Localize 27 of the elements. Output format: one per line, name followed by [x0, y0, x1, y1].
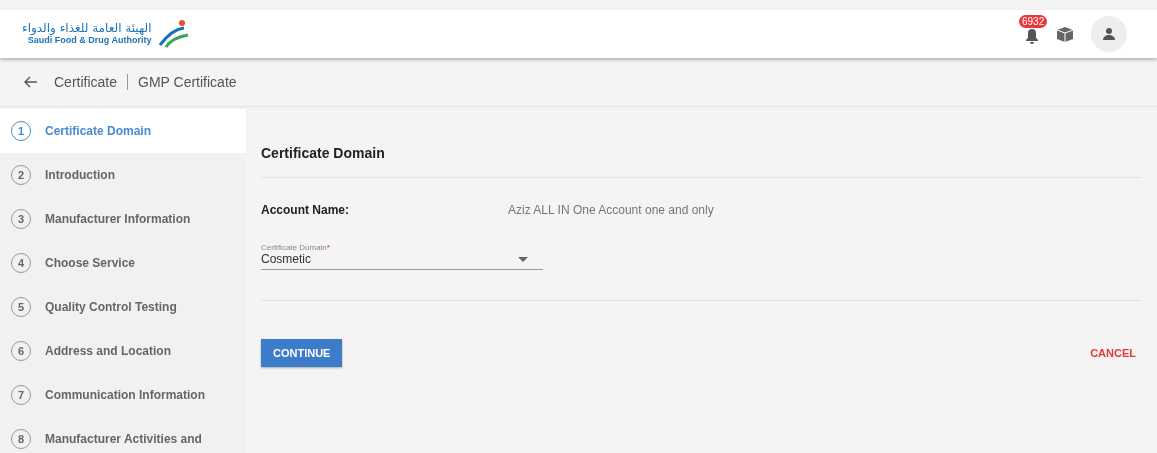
- field-label: Certificate Domain*: [261, 243, 331, 252]
- step-item[interactable]: 1 Certificate Domain: [0, 109, 246, 153]
- logo-arabic-text: الهيئة العامة للغذاء والدواء: [22, 22, 152, 36]
- certificate-domain-dropdown[interactable]: Certificate Domain* Cosmetic: [261, 243, 543, 270]
- step-item[interactable]: 7 Communication Information: [0, 373, 246, 417]
- continue-button[interactable]: CONTINUE: [261, 339, 343, 367]
- back-arrow-icon[interactable]: [24, 76, 38, 88]
- account-name-value: Aziz ALL IN One Account one and only: [508, 203, 714, 217]
- account-name-label: Account Name:: [261, 203, 350, 217]
- step-item[interactable]: 3 Manufacturer Information: [0, 197, 246, 241]
- step-item[interactable]: 5 Quality Control Testing: [0, 285, 246, 329]
- logo-english-text: Saudi Food & Drug Authority: [27, 35, 152, 46]
- box-icon[interactable]: [1055, 26, 1075, 42]
- dropdown-caret-icon: [518, 256, 528, 262]
- step-item[interactable]: 4 Choose Service: [0, 241, 246, 285]
- breadcrumb-item[interactable]: Certificate: [54, 74, 118, 90]
- cancel-button[interactable]: CANCEL: [1084, 346, 1142, 360]
- step-item[interactable]: 6 Address and Location: [0, 329, 246, 373]
- field-value: Cosmetic: [261, 252, 311, 266]
- user-avatar-button[interactable]: [1091, 16, 1127, 52]
- step-item[interactable]: 8 Manufacturer Activities and: [0, 417, 246, 453]
- breadcrumb-item[interactable]: GMP Certificate: [138, 74, 237, 90]
- person-icon: [1101, 26, 1117, 42]
- notification-badge: 6932: [1019, 15, 1048, 28]
- step-item[interactable]: 2 Introduction: [0, 153, 246, 197]
- section-title: Certificate Domain: [261, 145, 1142, 178]
- bell-icon[interactable]: [1025, 28, 1039, 44]
